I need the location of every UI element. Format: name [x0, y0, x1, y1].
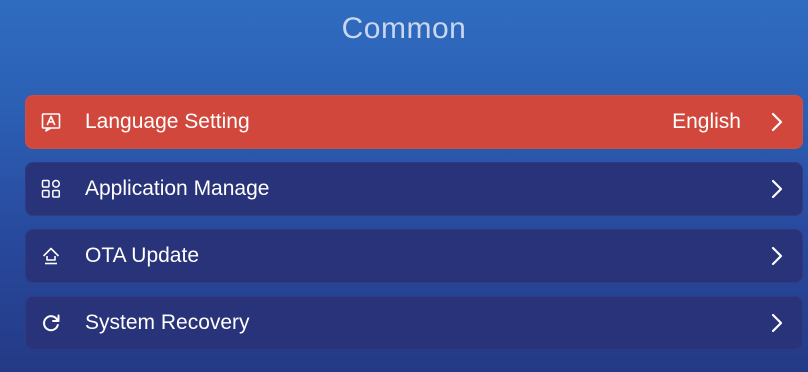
- chevron-right-icon: [767, 246, 787, 266]
- grid-icon: [41, 179, 61, 199]
- chevron-right-icon: [767, 179, 787, 199]
- menu-item-ota-update[interactable]: OTA Update: [25, 229, 803, 283]
- language-value: English: [672, 110, 741, 133]
- menu-item-label: Language Setting: [85, 110, 250, 133]
- chevron-right-icon: [767, 313, 787, 333]
- language-icon: [41, 112, 61, 132]
- menu-item-label: OTA Update: [85, 244, 200, 267]
- page-title: Common: [341, 12, 467, 45]
- upload-arrow-icon: [41, 246, 61, 266]
- refresh-icon: [41, 313, 61, 333]
- menu-item-label: System Recovery: [85, 311, 250, 334]
- menu-item-label: Application Manage: [85, 177, 270, 200]
- menu-item-application-manage[interactable]: Application Manage: [25, 162, 803, 216]
- menu-item-language-setting[interactable]: Language Setting English: [25, 95, 803, 149]
- settings-menu: Language Setting English Application Man…: [25, 95, 803, 363]
- menu-item-system-recovery[interactable]: System Recovery: [25, 296, 803, 350]
- chevron-right-icon: [767, 112, 787, 132]
